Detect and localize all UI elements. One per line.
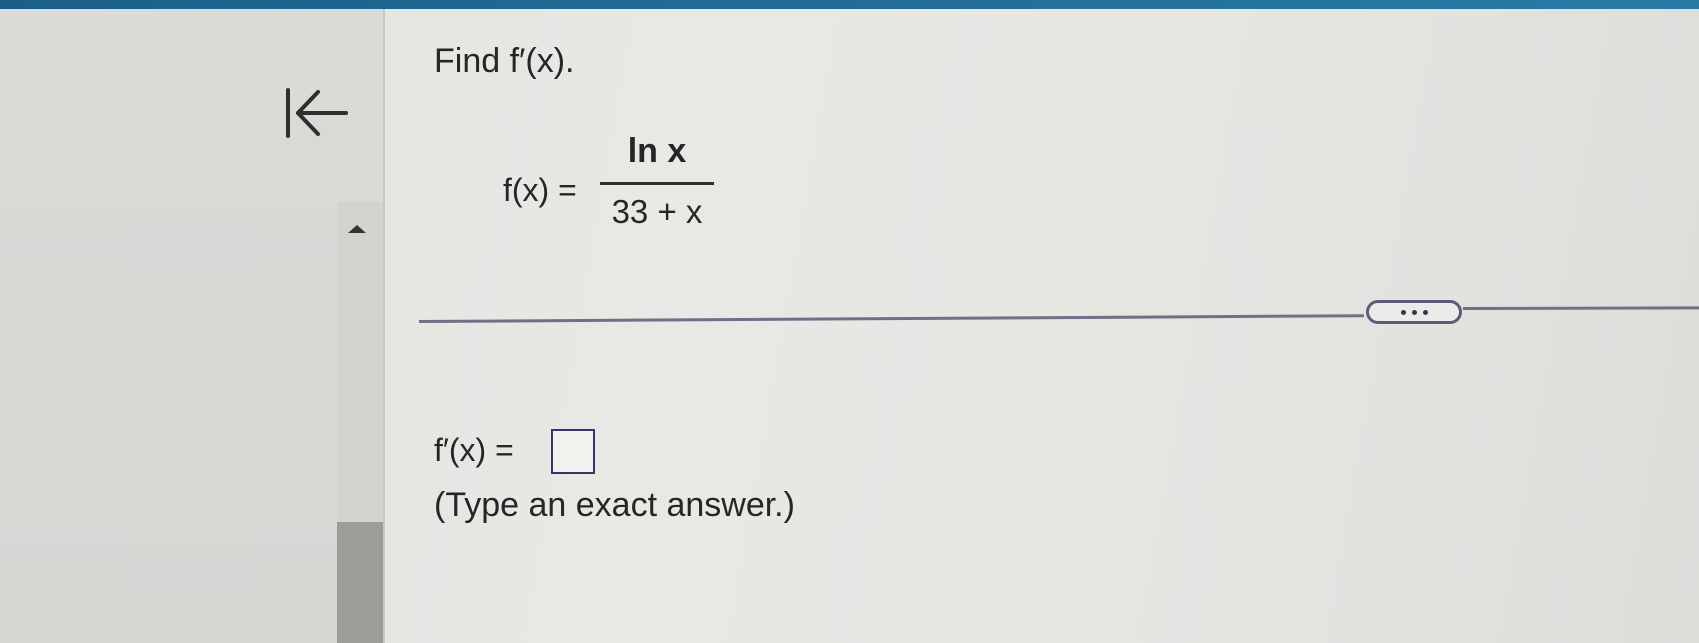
collapse-panel-button[interactable] — [276, 80, 356, 150]
answer-instruction: (Type an exact answer.) — [434, 486, 795, 524]
collapse-left-arrow-icon — [286, 88, 348, 138]
answer-label: f′(x) = — [434, 432, 514, 468]
function-label: f(x) = — [503, 172, 577, 208]
fraction-denominator: 33 + x — [611, 193, 703, 230]
scroll-up-button[interactable] — [345, 220, 369, 238]
triangle-up-icon — [348, 225, 366, 233]
ellipsis-icon — [1400, 309, 1428, 315]
question-title: Find f′(x). — [434, 42, 575, 80]
fraction-bar — [600, 182, 714, 185]
more-options-button[interactable] — [1366, 300, 1462, 324]
section-divider — [418, 314, 1364, 323]
panel-divider — [383, 9, 385, 643]
answer-input[interactable] — [551, 429, 595, 474]
top-header-strip — [0, 0, 1699, 9]
section-divider-right — [1462, 306, 1699, 310]
fraction-numerator: ln x — [627, 132, 687, 170]
scrollbar-thumb[interactable] — [337, 522, 383, 643]
